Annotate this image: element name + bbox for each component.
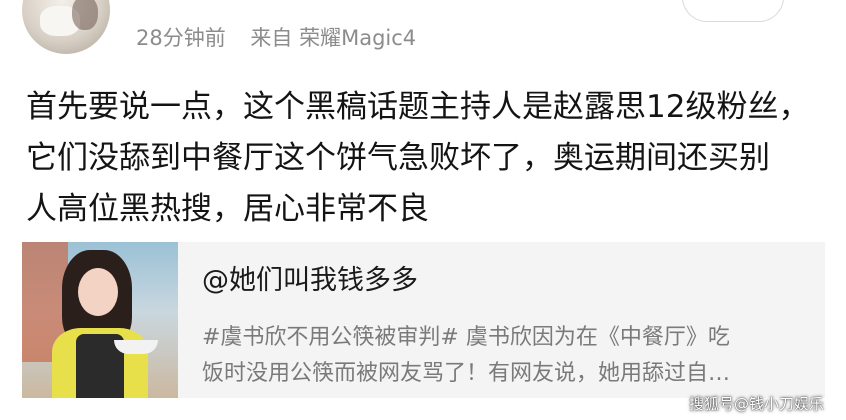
card-description: #虞书欣不用公筷被审判# 虞书欣因为在《中餐厅》吃 饭时没用公筷而被网友骂了！有… [202, 320, 808, 392]
post-text-line: 人高位黑热搜，居心非常不良 [26, 191, 429, 227]
post-source[interactable]: 来自 荣耀Magic4 [250, 26, 416, 50]
watermark: 搜狐号@钱小刀娱乐 [688, 395, 824, 413]
post-text-line: 首先要说一点，这个黑稿话题主持人是赵露思12级粉丝， [26, 89, 810, 125]
post-meta: 28分钟前 来自 荣耀Magic4 [136, 22, 434, 52]
post-body: 首先要说一点，这个黑稿话题主持人是赵露思12级粉丝， 它们没舔到中餐厅这个饼气急… [26, 82, 822, 235]
avatar-image-shape [72, 0, 98, 30]
thumbnail-bowl [114, 340, 158, 354]
card-title[interactable]: @她们叫我钱多多 [202, 258, 418, 297]
post-text-line: 它们没舔到中餐厅这个饼气急败坏了，奥运期间还买别 [26, 140, 770, 176]
quoted-post-card[interactable]: @她们叫我钱多多 #虞书欣不用公筷被审判# 虞书欣因为在《中餐厅》吃 饭时没用公… [22, 242, 825, 398]
card-desc-line: #虞书欣不用公筷被审判# 虞书欣因为在《中餐厅》吃 [202, 325, 730, 350]
card-desc-line: 饭时没用公筷而被网友骂了！有网友说，她用舔过自… [202, 361, 731, 386]
follow-button[interactable] [682, 0, 784, 22]
user-avatar[interactable] [22, 0, 110, 54]
thumbnail-person-face [78, 268, 118, 316]
post-time: 28分钟前 [136, 26, 226, 50]
card-thumbnail[interactable] [22, 242, 178, 398]
